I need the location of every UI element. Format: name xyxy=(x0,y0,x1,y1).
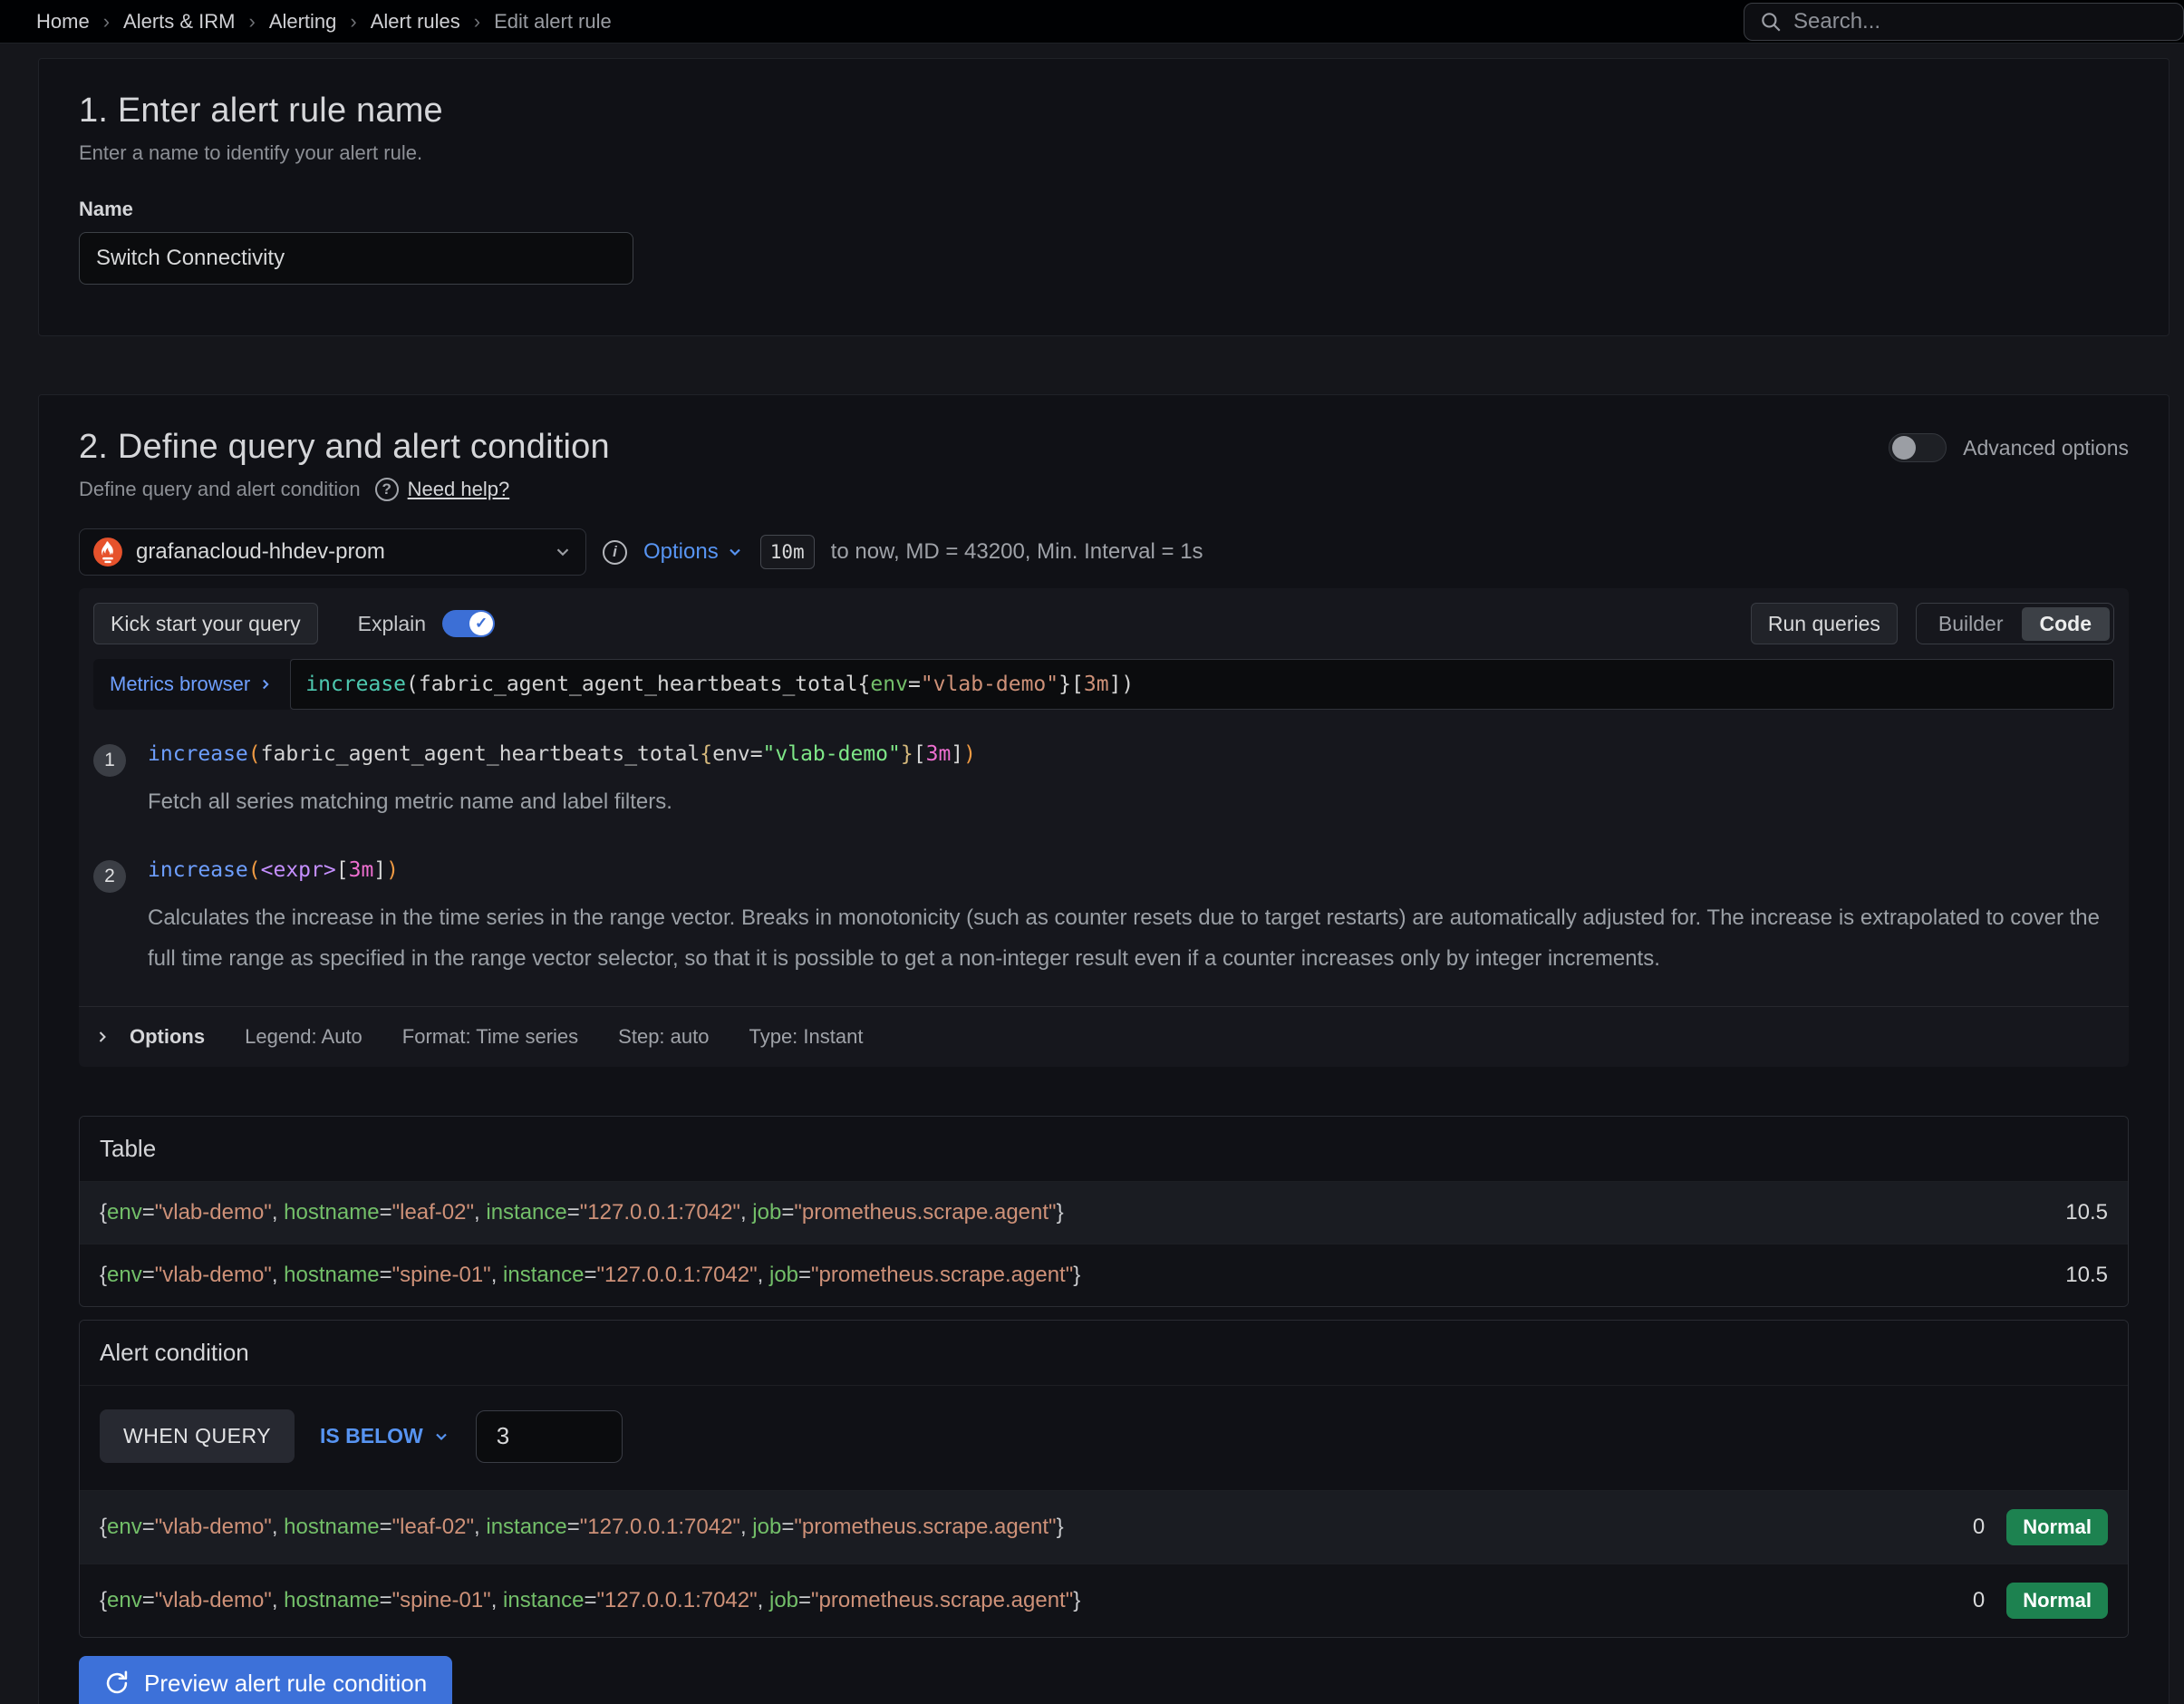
condition-value: 0 xyxy=(1973,1588,1985,1613)
type-option: Type: Instant xyxy=(749,1025,863,1049)
code-mode-button[interactable]: Code xyxy=(2022,607,2111,641)
name-field-label: Name xyxy=(79,198,2129,221)
datasource-name: grafanacloud-hhdev-prom xyxy=(136,539,540,565)
info-icon[interactable]: i xyxy=(603,540,627,565)
series-value: 10.5 xyxy=(2065,1200,2108,1225)
chevron-right-icon xyxy=(257,676,274,692)
alert-condition-title: Alert condition xyxy=(80,1321,2128,1385)
chevron-right-icon xyxy=(93,1028,111,1046)
step2-title: 2. Define query and alert condition xyxy=(79,428,610,467)
breadcrumb-alerting[interactable]: Alerting xyxy=(269,10,337,34)
explain-description: Fetch all series matching metric name an… xyxy=(148,782,976,822)
state-badge: Normal xyxy=(2006,1509,2108,1545)
breadcrumb-alert-rules[interactable]: Alert rules xyxy=(371,10,460,34)
breadcrumb-separator-icon: › xyxy=(248,10,255,34)
explain-toggle[interactable]: ✓ xyxy=(442,610,495,637)
breadcrumb-separator-icon: › xyxy=(350,10,356,34)
explain-code-line: increase(fabric_agent_agent_heartbeats_t… xyxy=(148,742,976,766)
toggle-knob: ✓ xyxy=(469,612,493,635)
prometheus-icon xyxy=(92,537,123,567)
options-expander[interactable]: Options xyxy=(93,1025,205,1049)
table-panel: Table {env="vlab-demo", hostname="leaf-0… xyxy=(79,1116,2129,1307)
table-row: {env="vlab-demo", hostname="leaf-02", in… xyxy=(80,1181,2128,1244)
step-number-badge: 1 xyxy=(93,744,126,777)
advanced-options-toggle[interactable] xyxy=(1889,433,1947,462)
query-options-row: Options Legend: Auto Format: Time series… xyxy=(93,1007,2114,1067)
table-panel-title: Table xyxy=(80,1117,2128,1181)
step2-subtitle: Define query and alert condition xyxy=(79,478,361,501)
step1-subtitle: Enter a name to identify your alert rule… xyxy=(79,141,2129,165)
condition-operator-dropdown[interactable]: IS BELOW xyxy=(320,1424,450,1448)
step2-card: 2. Define query and alert condition Adva… xyxy=(38,394,2170,1704)
editor-mode-switch: Builder Code xyxy=(1916,603,2114,644)
main-content: 1. Enter alert rule name Enter a name to… xyxy=(0,58,2184,1704)
run-queries-button[interactable]: Run queries xyxy=(1751,603,1898,644)
breadcrumb-separator-icon: › xyxy=(474,10,480,34)
promql-query-input[interactable]: increase(fabric_agent_agent_heartbeats_t… xyxy=(290,659,2114,710)
state-badge: Normal xyxy=(2006,1583,2108,1619)
breadcrumb-home[interactable]: Home xyxy=(36,10,90,34)
explain-item: 1 increase(fabric_agent_agent_heartbeats… xyxy=(93,730,2114,846)
step-number-badge: 2 xyxy=(93,860,126,893)
table-row: {env="vlab-demo", hostname="spine-01", i… xyxy=(80,1244,2128,1306)
explain-item: 2 increase(<expr>[3m]) Calculates the in… xyxy=(93,846,2114,1002)
toggle-knob xyxy=(1892,436,1916,460)
datasource-row: grafanacloud-hhdev-prom i Options 10m to… xyxy=(79,528,2129,576)
datasource-picker[interactable]: grafanacloud-hhdev-prom xyxy=(79,528,586,576)
chevron-down-icon xyxy=(432,1428,450,1446)
help-icon[interactable]: ? xyxy=(375,478,399,501)
breadcrumb-separator-icon: › xyxy=(103,10,110,34)
series-labels: {env="vlab-demo", hostname="leaf-02", in… xyxy=(100,1200,1064,1225)
query-editor: Kick start your query Explain ✓ Run quer… xyxy=(79,588,2129,1067)
explain-code-line: increase(<expr>[3m]) xyxy=(148,858,2114,882)
alert-condition-panel: Alert condition WHEN QUERY IS BELOW {env… xyxy=(79,1320,2129,1638)
chevron-down-icon xyxy=(553,542,573,562)
search-input[interactable]: Search... xyxy=(1744,3,2184,41)
kick-start-query-button[interactable]: Kick start your query xyxy=(93,603,318,644)
condition-result-row: {env="vlab-demo", hostname="leaf-02", in… xyxy=(80,1490,2128,1564)
top-nav: Home › Alerts & IRM › Alerting › Alert r… xyxy=(0,0,2184,44)
when-query-chip[interactable]: WHEN QUERY xyxy=(100,1409,295,1463)
condition-value: 0 xyxy=(1973,1515,1985,1540)
search-placeholder: Search... xyxy=(1793,9,1880,34)
series-labels: {env="vlab-demo", hostname="leaf-02", in… xyxy=(100,1515,1064,1540)
step-option: Step: auto xyxy=(618,1025,709,1049)
explain-section: 1 increase(fabric_agent_agent_heartbeats… xyxy=(93,730,2114,1002)
breadcrumb-edit-alert-rule: Edit alert rule xyxy=(494,10,612,34)
chevron-down-icon xyxy=(726,543,744,561)
format-option: Format: Time series xyxy=(402,1025,578,1049)
interval-badge[interactable]: 10m xyxy=(760,535,815,569)
datasource-options-dropdown[interactable]: Options xyxy=(643,539,744,565)
series-labels: {env="vlab-demo", hostname="spine-01", i… xyxy=(100,1588,1080,1613)
condition-result-row: {env="vlab-demo", hostname="spine-01", i… xyxy=(80,1564,2128,1637)
builder-mode-button[interactable]: Builder xyxy=(1920,607,2022,641)
refresh-icon xyxy=(104,1670,130,1696)
preview-alert-rule-condition-button[interactable]: Preview alert rule condition xyxy=(79,1656,452,1704)
legend-option: Legend: Auto xyxy=(245,1025,362,1049)
explain-description: Calculates the increase in the time seri… xyxy=(148,898,2114,979)
step1-title: 1. Enter alert rule name xyxy=(79,92,2129,131)
breadcrumb-alerts-irm[interactable]: Alerts & IRM xyxy=(123,10,235,34)
need-help-link[interactable]: Need help? xyxy=(408,478,510,501)
explain-label: Explain xyxy=(358,612,426,636)
series-labels: {env="vlab-demo", hostname="spine-01", i… xyxy=(100,1263,1080,1288)
search-icon xyxy=(1759,10,1783,34)
series-value: 10.5 xyxy=(2065,1263,2108,1288)
condition-builder-row: WHEN QUERY IS BELOW xyxy=(80,1385,2128,1490)
threshold-input[interactable] xyxy=(476,1410,623,1463)
metrics-browser-button[interactable]: Metrics browser xyxy=(93,659,290,710)
alert-rule-name-input[interactable] xyxy=(79,232,633,285)
step1-card: 1. Enter alert rule name Enter a name to… xyxy=(38,58,2170,336)
breadcrumb: Home › Alerts & IRM › Alerting › Alert r… xyxy=(36,10,612,34)
time-range-summary: to now, MD = 43200, Min. Interval = 1s xyxy=(831,539,1203,565)
advanced-options-label: Advanced options xyxy=(1963,436,2129,460)
